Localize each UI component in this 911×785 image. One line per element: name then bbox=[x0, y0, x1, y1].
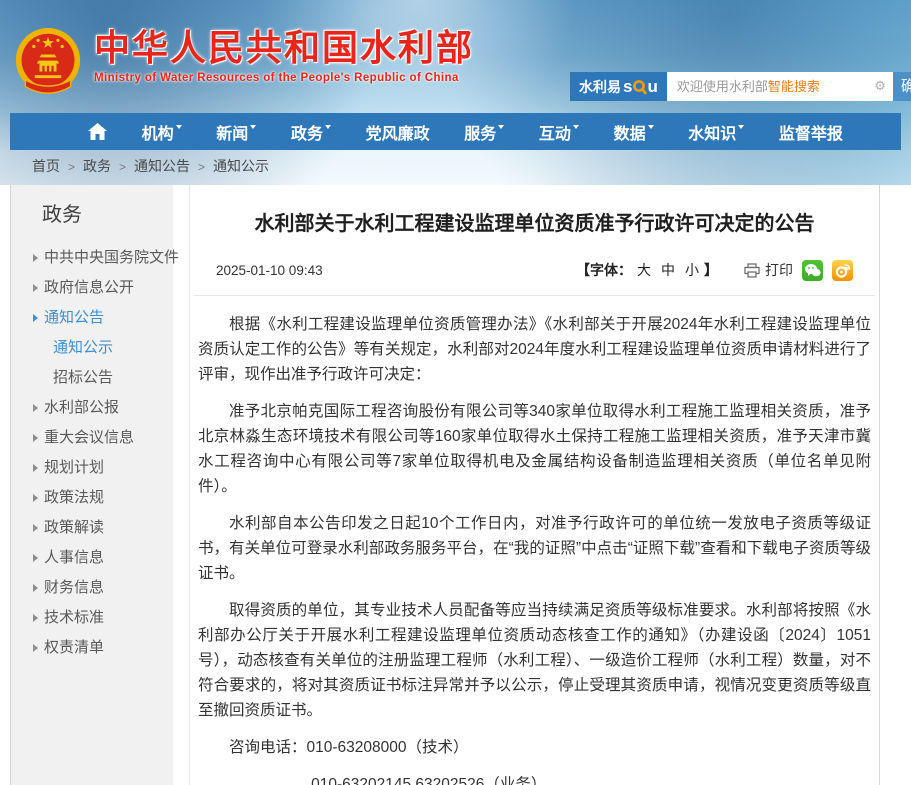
breadcrumb: 首页 > 政务 > 通知公告 > 通知公示 bbox=[32, 156, 269, 176]
sidebar-item-bidding-announcements[interactable]: 招标公告 bbox=[11, 363, 173, 393]
weibo-share-icon[interactable] bbox=[832, 260, 853, 281]
nav-item-orgs[interactable]: 机构 bbox=[142, 120, 182, 144]
divider bbox=[194, 295, 875, 296]
nav-item-supervision-report[interactable]: 监督举报 bbox=[779, 120, 843, 144]
sidebar-item-personnel-info[interactable]: 人事信息 bbox=[11, 543, 173, 573]
paragraph: 根据《水利工程建设监理单位资质管理办法》《水利部关于开展2024年水利工程建设监… bbox=[198, 312, 871, 387]
triangle-right-icon bbox=[33, 254, 38, 262]
sidebar-item-notices[interactable]: 通知公告 bbox=[11, 303, 173, 333]
nav-item-news[interactable]: 新闻 bbox=[216, 120, 256, 144]
search-brand-u: u bbox=[647, 77, 657, 97]
triangle-right-icon bbox=[33, 464, 38, 472]
article-body: 根据《水利工程建设监理单位资质管理办法》《水利部关于开展2024年水利工程建设监… bbox=[190, 312, 879, 785]
search-brand-label: 水利易 s u bbox=[570, 72, 667, 101]
chevron-down-icon bbox=[325, 125, 331, 132]
site-title: 中华人民共和国水利部 bbox=[94, 26, 474, 70]
contact-phone-line-1: 咨询电话：010-63208000（技术） bbox=[198, 735, 871, 760]
breadcrumb-current: 通知公示 bbox=[213, 158, 269, 174]
article-meta: 2025-01-10 09:43 【字体： 大 中 小 】 打印 bbox=[190, 257, 879, 283]
sidebar-item-notice-publicity[interactable]: 通知公示 bbox=[11, 333, 173, 363]
nav-home[interactable] bbox=[88, 123, 107, 140]
nav-item-data[interactable]: 数据 bbox=[614, 120, 654, 144]
breadcrumb-separator: > bbox=[68, 160, 75, 174]
chevron-down-icon bbox=[176, 125, 182, 132]
breadcrumb-separator: > bbox=[198, 160, 205, 174]
paragraph: 准予北京帕克国际工程咨询股份有限公司等340家单位取得水利工程施工监理相关资质，… bbox=[198, 399, 871, 499]
triangle-right-icon bbox=[33, 614, 38, 622]
triangle-right-icon bbox=[33, 314, 38, 322]
publish-date: 2025-01-10 09:43 bbox=[216, 263, 323, 278]
search-brand-prefix: 水利易 bbox=[579, 77, 621, 97]
home-icon bbox=[88, 123, 107, 140]
search-magnifier-icon bbox=[632, 79, 647, 95]
chevron-down-icon bbox=[738, 125, 744, 132]
site-brand: 中华人民共和国水利部 Ministry of Water Resources o… bbox=[14, 26, 474, 100]
chevron-down-icon bbox=[648, 125, 654, 132]
chevron-down-icon bbox=[250, 125, 256, 132]
sidebar-item-responsibility-list[interactable]: 权责清单 bbox=[11, 633, 173, 663]
font-size-medium-button[interactable]: 中 bbox=[661, 260, 675, 280]
sidebar-item-policies-regulations[interactable]: 政策法规 bbox=[11, 483, 173, 513]
sidebar-item-technical-standards[interactable]: 技术标准 bbox=[11, 603, 173, 633]
font-size-large-button[interactable]: 大 bbox=[637, 260, 651, 280]
contact-phone-line-2: 010-63202145 63202526（业务） bbox=[198, 772, 871, 785]
chevron-down-icon bbox=[498, 125, 504, 132]
search-brand-s: s bbox=[623, 77, 632, 97]
triangle-right-icon bbox=[33, 524, 38, 532]
site-header: 中华人民共和国水利部 Ministry of Water Resources o… bbox=[0, 0, 911, 185]
breadcrumb-notices[interactable]: 通知公告 bbox=[134, 158, 190, 174]
print-button[interactable]: 打印 bbox=[744, 260, 793, 280]
search-placeholder-highlight: 智能搜索 bbox=[768, 79, 820, 94]
main-nav: 机构 新闻 政务 党风廉政 服务 互动 数据 水知识 监督举报 bbox=[10, 113, 901, 150]
national-emblem-icon bbox=[14, 26, 82, 100]
article-panel: 水利部关于水利工程建设监理单位资质准予行政许可决定的公告 2025-01-10 … bbox=[189, 185, 880, 785]
triangle-right-icon bbox=[33, 644, 38, 652]
font-size-label-open: 【字体： bbox=[576, 260, 632, 280]
nav-item-services[interactable]: 服务 bbox=[464, 120, 504, 144]
wechat-share-icon[interactable] bbox=[802, 260, 823, 281]
triangle-right-icon bbox=[33, 554, 38, 562]
sidebar-item-info-disclosure[interactable]: 政府信息公开 bbox=[11, 273, 173, 303]
nav-item-interaction[interactable]: 互动 bbox=[539, 120, 579, 144]
breadcrumb-govaffairs[interactable]: 政务 bbox=[83, 158, 111, 174]
sidebar-item-plans[interactable]: 规划计划 bbox=[11, 453, 173, 483]
breadcrumb-home[interactable]: 首页 bbox=[32, 158, 60, 174]
sidebar-item-financial-info[interactable]: 财务信息 bbox=[11, 573, 173, 603]
triangle-right-icon bbox=[33, 404, 38, 412]
triangle-right-icon bbox=[33, 584, 38, 592]
printer-icon bbox=[744, 263, 760, 278]
search-input[interactable]: 欢迎使用水利部智能搜索 ⚙ bbox=[667, 72, 893, 101]
sidebar-item-gazette[interactable]: 水利部公报 bbox=[11, 393, 173, 423]
paragraph: 取得资质的单位，其专业技术人员配备等应当持续满足资质等级标准要求。水利部将按照《… bbox=[198, 598, 871, 723]
triangle-right-icon bbox=[33, 494, 38, 502]
nav-item-party-conduct[interactable]: 党风廉政 bbox=[366, 120, 430, 144]
nav-item-water-knowledge[interactable]: 水知识 bbox=[688, 120, 744, 144]
paragraph: 水利部自本公告印发之日起10个工作日内，对准予行政许可的单位统一发放电子资质等级… bbox=[198, 511, 871, 586]
site-subtitle: Ministry of Water Resources of the Peopl… bbox=[94, 72, 474, 84]
gear-icon[interactable]: ⚙ bbox=[874, 72, 886, 101]
triangle-right-icon bbox=[33, 434, 38, 442]
search-bar: 水利易 s u 欢迎使用水利部智能搜索 ⚙ 确定 bbox=[570, 72, 911, 101]
search-placeholder: 欢迎使用水利部 bbox=[677, 79, 768, 94]
triangle-right-icon bbox=[33, 284, 38, 292]
font-size-small-button[interactable]: 小 bbox=[685, 260, 699, 280]
sidebar-item-policy-interpretation[interactable]: 政策解读 bbox=[11, 513, 173, 543]
sidebar: 政务 中共中央国务院文件 政府信息公开 通知公告 通知公示 招标公告 水利部公报… bbox=[10, 185, 173, 785]
nav-item-govaffairs[interactable]: 政务 bbox=[291, 120, 331, 144]
font-size-label-close: 】 bbox=[704, 260, 718, 280]
sidebar-item-central-documents[interactable]: 中共中央国务院文件 bbox=[11, 243, 173, 273]
chevron-down-icon bbox=[573, 125, 579, 132]
sidebar-item-major-meetings[interactable]: 重大会议信息 bbox=[11, 423, 173, 453]
sidebar-title: 政务 bbox=[11, 198, 173, 227]
page-title: 水利部关于水利工程建设监理单位资质准予行政许可决定的公告 bbox=[230, 211, 839, 237]
breadcrumb-separator: > bbox=[119, 160, 126, 174]
search-submit-button[interactable]: 确定 bbox=[893, 72, 911, 101]
